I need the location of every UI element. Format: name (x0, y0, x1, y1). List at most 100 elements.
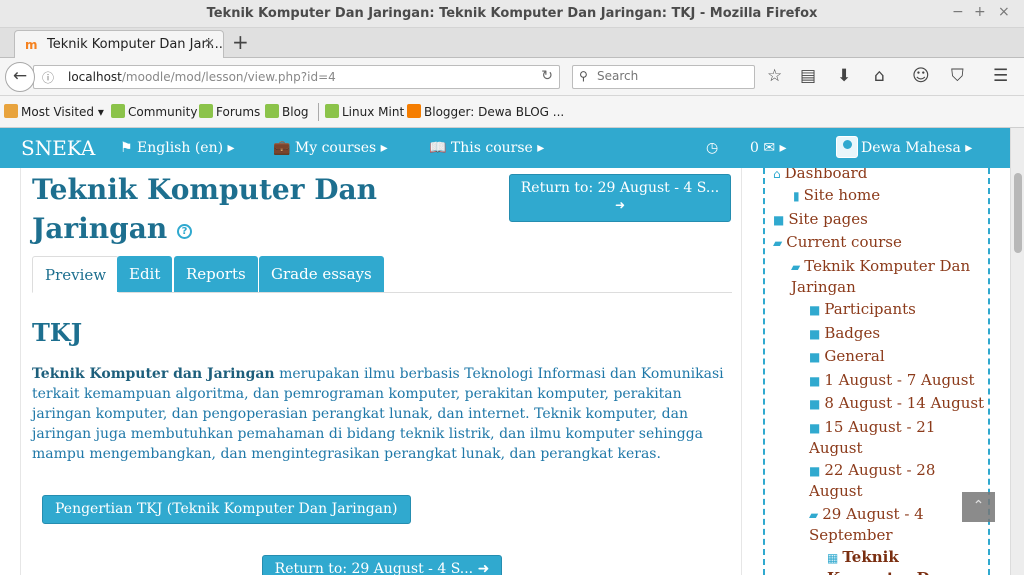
help-icon[interactable]: ? (176, 224, 192, 239)
nav-badges[interactable]: ■ Badges (809, 323, 880, 344)
tab-reports[interactable]: Reports (174, 256, 258, 292)
window-titlebar: Teknik Komputer Dan Jaringan: Teknik Kom… (0, 0, 1024, 28)
bookmark-forums[interactable]: Forums (199, 104, 260, 119)
page-content: Teknik Komputer Dan Jaringan ? Return to… (0, 168, 1010, 575)
search-bar[interactable]: ⚲ (572, 65, 755, 89)
moodle-navbar: SNEKA ⚑ English (en) ▸ 💼 My courses ▸ 📖 … (0, 128, 1010, 168)
folder-icon: ■ (809, 374, 821, 388)
sign-in-icon: ➜ (614, 198, 626, 212)
messages-menu[interactable]: 0 ✉ ▸ (750, 140, 787, 156)
lesson-icon: ▦ (827, 551, 839, 565)
folder-icon: ■ (773, 213, 785, 227)
menu-icon[interactable]: ☰ (993, 66, 1008, 86)
minimize-icon[interactable]: − (952, 4, 964, 20)
bookmark-linux-mint[interactable]: Linux Mint (325, 104, 404, 119)
bookmark-blogger[interactable]: Blogger: Dewa BLOG ... (407, 104, 564, 119)
window-title: Teknik Komputer Dan Jaringan: Teknik Kom… (206, 6, 818, 21)
nav-general[interactable]: ■ General (809, 346, 885, 367)
book-icon: 📖 (429, 140, 451, 156)
folder-open-icon: ▰ (773, 236, 783, 250)
url-bar[interactable]: ⓘ localhost/moodle/mod/lesson/view.php?i… (33, 65, 560, 89)
language-menu[interactable]: ⚑ English (en) ▸ (120, 140, 235, 156)
return-button[interactable]: Return to: 29 August - 4 S... ➜ (509, 174, 731, 222)
home-icon: ⌂ (773, 168, 781, 181)
tab-preview[interactable]: Preview (32, 256, 120, 293)
nav-dashboard[interactable]: ⌂ Dashboard (773, 168, 867, 184)
tab-strip: m Teknik Komputer Dan Jari... × + (0, 28, 1024, 58)
lesson-heading: TKJ (32, 318, 83, 347)
lesson-tabs: Preview Edit Reports Grade essays (32, 256, 732, 293)
flag-icon: ⚑ (120, 140, 138, 156)
lesson-text: Teknik Komputer dan Jaringan merupakan i… (32, 366, 724, 462)
bookmark-star-icon[interactable]: ☆ (767, 66, 782, 86)
new-tab-icon[interactable]: + (232, 30, 249, 54)
reload-icon[interactable]: ↻ (541, 68, 553, 84)
lesson-page-button[interactable]: Pengertian TKJ (Teknik Komputer Dan Jari… (42, 495, 411, 524)
pocket-icon[interactable]: ⛉ (951, 66, 964, 86)
clock-icon[interactable]: ◷ (706, 140, 718, 156)
back-button[interactable]: ← (5, 62, 35, 92)
close-window-icon[interactable]: × (998, 4, 1010, 20)
main-region: Teknik Komputer Dan Jaringan ? Return to… (20, 168, 742, 575)
folder-icon: ■ (809, 464, 821, 478)
search-input[interactable] (597, 69, 747, 83)
nav-site-pages[interactable]: ■ Site pages (773, 209, 868, 230)
sign-in-icon: ➜ (477, 561, 490, 575)
bookmarks-toolbar: Most Visited ▾ Community Forums Blog Lin… (0, 96, 1024, 128)
bookmark-blog[interactable]: Blog (265, 104, 309, 119)
folder-open-icon: ▰ (791, 260, 801, 274)
moodle-favicon-icon: m (25, 38, 38, 52)
this-course-menu[interactable]: 📖 This course ▸ (429, 140, 544, 156)
avatar (836, 136, 858, 158)
briefcase-icon: 💼 (273, 140, 295, 156)
site-brand[interactable]: SNEKA (21, 136, 95, 160)
maximize-icon[interactable]: + (974, 4, 986, 20)
file-icon: ▮ (793, 189, 800, 203)
folder-open-icon: ▰ (809, 508, 819, 522)
nav-participants[interactable]: ■ Participants (809, 299, 916, 320)
envelope-icon: ✉ (763, 140, 776, 156)
scrollbar-thumb[interactable] (1014, 173, 1022, 253)
bookmark-separator (318, 103, 319, 121)
nav-course-tkj[interactable]: ▰ Teknik Komputer Dan Jaringan (791, 256, 981, 297)
url-text: localhost/moodle/mod/lesson/view.php?id=… (68, 70, 336, 84)
mint-icon (199, 104, 213, 118)
folder-icon (4, 104, 18, 118)
feedback-icon[interactable]: ☺ (912, 66, 930, 86)
blogger-icon (407, 104, 421, 118)
nav-week-1[interactable]: ■ 1 August - 7 August (809, 370, 975, 391)
page-title: Teknik Komputer Dan Jaringan ? (32, 173, 377, 245)
bookmark-community[interactable]: Community (111, 104, 197, 119)
folder-icon: ■ (809, 421, 821, 435)
reading-list-icon[interactable]: ▤ (800, 66, 816, 86)
navigation-block: ⌂ Dashboard ▮ Site home ■ Site pages ▰ Curre… (763, 168, 990, 575)
nav-week-5[interactable]: ▰ 29 August - 4 September (809, 504, 969, 545)
nav-week-3[interactable]: ■ 15 August - 21 August (809, 417, 979, 458)
info-icon[interactable]: ⓘ (42, 69, 54, 86)
browser-tab[interactable]: m Teknik Komputer Dan Jari... × (14, 30, 224, 58)
downloads-icon[interactable]: ⬇ (837, 66, 851, 86)
nav-current-course[interactable]: ▰ Current course (773, 232, 902, 253)
bookmark-most-visited[interactable]: Most Visited ▾ (4, 104, 104, 119)
folder-icon: ■ (809, 303, 821, 317)
page-scrollbar[interactable] (1010, 128, 1024, 575)
tab-label: Teknik Komputer Dan Jari... (47, 37, 223, 52)
nav-week-4[interactable]: ■ 22 August - 28 August (809, 460, 979, 501)
nav-week-2[interactable]: ■ 8 August - 14 August (809, 393, 984, 414)
home-icon[interactable]: ⌂ (874, 66, 885, 86)
mint-icon (265, 104, 279, 118)
folder-icon: ■ (809, 350, 821, 364)
return-button-bottom[interactable]: Return to: 29 August - 4 S... ➜ (262, 555, 502, 575)
mint-icon (111, 104, 125, 118)
nav-lesson-current[interactable]: ▦Teknik Komputer Dan (827, 547, 977, 575)
tab-edit[interactable]: Edit (117, 256, 173, 292)
scroll-to-top-button[interactable]: ⌃ (962, 492, 995, 522)
tab-close-icon[interactable]: × (204, 36, 215, 51)
my-courses-menu[interactable]: 💼 My courses ▸ (273, 140, 388, 156)
folder-icon: ■ (809, 397, 821, 411)
nav-site-home[interactable]: ▮ Site home (793, 185, 880, 206)
navigation-toolbar: ⓘ localhost/moodle/mod/lesson/view.php?i… (0, 58, 1024, 96)
tab-grade-essays[interactable]: Grade essays (259, 256, 384, 292)
user-menu[interactable]: Dewa Mahesa ▸ (836, 136, 972, 158)
mint-icon (325, 104, 339, 118)
